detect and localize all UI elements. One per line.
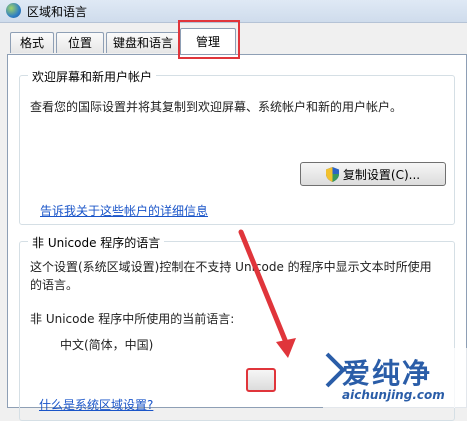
- welcome-group-title: 欢迎屏幕和新用户帐户: [28, 68, 157, 85]
- welcome-description: 查看您的国际设置并将其复制到欢迎屏幕、系统帐户和新的用户帐户。: [30, 100, 403, 114]
- watermark-text: 爱纯净: [342, 357, 433, 390]
- unicode-description-line2: 的语言。: [30, 278, 79, 292]
- welcome-screen-group: 欢迎屏幕和新用户帐户 查看您的国际设置并将其复制到欢迎屏幕、系统帐户和新的用户帐…: [19, 68, 455, 225]
- unicode-description-line1: 这个设置(系统区域设置)控制在不支持 Unicode 的程序中显示文本时所使用: [30, 260, 432, 274]
- tab-format[interactable]: 格式: [10, 32, 54, 53]
- globe-icon: [6, 3, 21, 18]
- copy-settings-label: 复制设置(C)...: [342, 167, 421, 182]
- current-language-label: 非 Unicode 程序中所使用的当前语言:: [30, 312, 235, 326]
- tab-keyboard-language[interactable]: 键盘和语言: [106, 32, 180, 53]
- current-language-value: 中文(简体，中国): [60, 338, 154, 352]
- tab-highlight-box: [178, 20, 240, 59]
- window-title: 区域和语言: [27, 5, 88, 19]
- watermark-url: aichunjing.com: [342, 388, 445, 402]
- copy-settings-button[interactable]: 复制设置(C)...: [300, 162, 446, 186]
- system-locale-help-link[interactable]: 什么是系统区域设置?: [39, 396, 153, 413]
- accounts-details-link[interactable]: 告诉我关于这些帐户的详细信息: [40, 202, 208, 219]
- tab-location[interactable]: 位置: [56, 32, 104, 53]
- change-system-locale-button[interactable]: [246, 368, 276, 392]
- unicode-group-title: 非 Unicode 程序的语言: [28, 234, 165, 251]
- shield-icon: [325, 166, 339, 182]
